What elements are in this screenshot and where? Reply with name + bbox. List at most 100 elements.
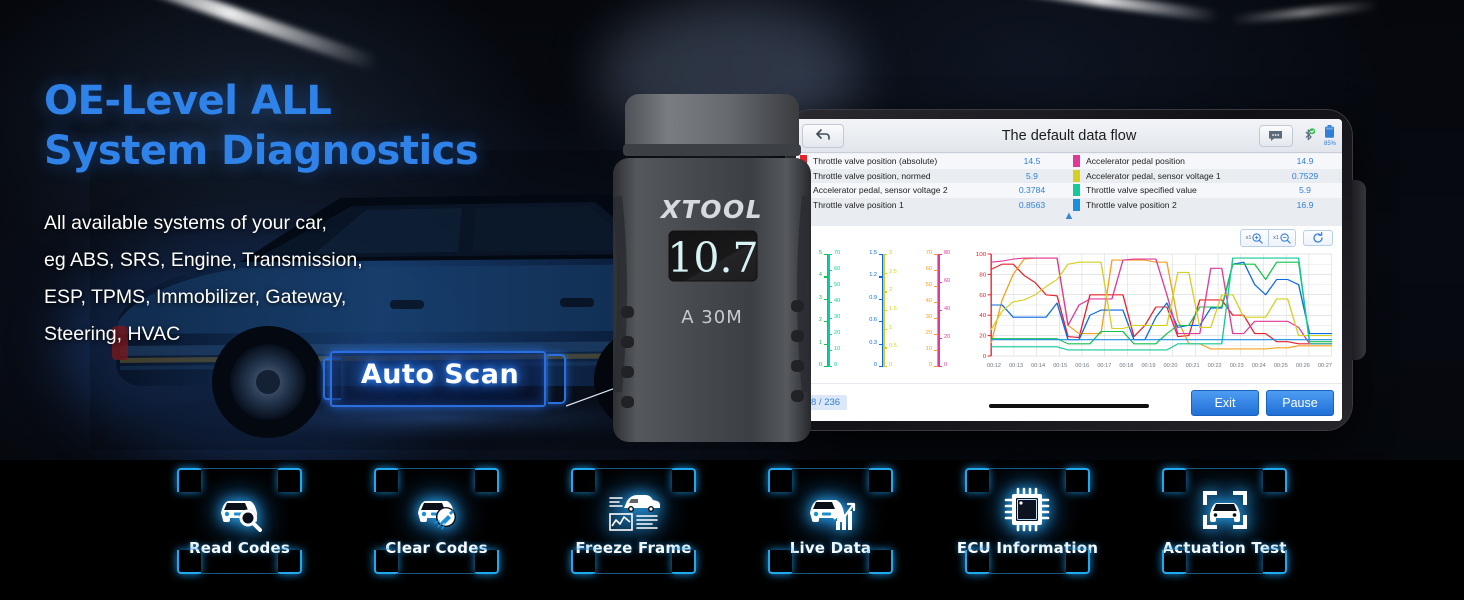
legend-item[interactable]: Accelerator pedal position 14.9: [1069, 154, 1342, 169]
feature-item-read-codes[interactable]: Read Codes: [177, 468, 302, 574]
refresh-button[interactable]: [1303, 230, 1333, 246]
frame-corner: [475, 468, 499, 492]
axis-tick: [883, 347, 887, 349]
axis-tick-label: 40: [944, 306, 951, 312]
axis-tick-label: 0.6: [869, 317, 877, 324]
side-axes: 0 1 2 3 4 5 0 10 20 30 40 50 60 70 0 0.3 0.6 0.9 1.2 1.5 0 0.…: [806, 250, 960, 376]
subtext-line-1: All available systems of your car,: [44, 212, 327, 234]
x-tick-label: 00:15: [1053, 363, 1068, 369]
feature-item-ecu-information[interactable]: ECU Information: [957, 468, 1098, 574]
chart-area: 0 1 2 3 4 5 0 10 20 30 40 50 60 70 0 0.3 0.6 0.9 1.2 1.5 0 0.…: [796, 248, 1342, 376]
x-tick-label: 00:21: [1185, 363, 1200, 369]
axis-tick-label: 40: [834, 298, 841, 304]
frame-corner: [672, 468, 696, 492]
x-tick-label: 00:25: [1273, 363, 1288, 369]
frame-corner: [1263, 468, 1287, 492]
legend-item-value: 0.3784: [1018, 185, 1046, 196]
feature-item-freeze-frame[interactable]: Freeze Frame: [571, 468, 696, 574]
feature-item-actuation-test[interactable]: Actuation Test: [1162, 468, 1287, 574]
exit-button[interactable]: Exit: [1191, 389, 1259, 416]
axis-tick: [938, 310, 942, 312]
legend-color-swatch: [1073, 198, 1080, 211]
axis-tick: [938, 338, 942, 340]
svg-text:0: 0: [983, 354, 987, 359]
legend-row[interactable]: Throttle valve position (absolute) 14.5 Ac…: [796, 154, 1342, 169]
x-tick-label: 00:18: [1119, 363, 1134, 369]
subtext: All available systems of your car, eg AB…: [44, 205, 464, 353]
chart-toolbar: x1 x1: [796, 226, 1342, 248]
collapse-legend-button[interactable]: ▲up: [796, 211, 1342, 226]
axis-tick: [883, 366, 887, 368]
legend-item-name: Throttle valve specified value: [1086, 185, 1197, 196]
frame-edge: [396, 468, 477, 469]
frame-edge: [987, 468, 1068, 469]
studio-light-streak: [980, 0, 1220, 23]
legend-item[interactable]: Throttle valve position (absolute) 14.5: [796, 154, 1069, 169]
status-area: 85%: [1258, 124, 1336, 147]
device-model-text: A 30M: [681, 307, 742, 328]
battery-percent: 85%: [1323, 140, 1336, 147]
legend-item[interactable]: Throttle valve position 2 16.9: [1069, 198, 1342, 213]
headline-line-1: OE-Level ALL: [44, 78, 332, 124]
x-tick-label: 00:26: [1295, 363, 1310, 369]
zoom-out-button[interactable]: x1: [1268, 230, 1295, 246]
legend-item-name: Accelerator pedal, sensor voltage 1: [1086, 170, 1221, 181]
plot-region[interactable]: 0 20 40 60 80 100 00:12 00:13 00:14 00:15 00:16 00…: [968, 250, 1334, 376]
axis-tick-label: 1: [818, 339, 822, 346]
legend-item-name: Accelerator pedal, sensor voltage 2: [813, 185, 948, 196]
magnifier-minus-icon: [1280, 232, 1291, 244]
axis-tick: [883, 291, 887, 293]
frame-corner: [1162, 468, 1186, 492]
chat-button[interactable]: [1258, 124, 1293, 147]
frame-corner: [177, 550, 201, 574]
device-brand-text: XTOOL: [659, 195, 763, 224]
x-tick-label: 00:17: [1097, 363, 1112, 369]
legend-item[interactable]: Throttle valve position 1 0.8563: [796, 198, 1069, 213]
feature-item-clear-codes[interactable]: Clear Codes: [374, 468, 499, 574]
car-brush-icon: [411, 485, 463, 535]
svg-text:80: 80: [979, 273, 986, 278]
frame-edge: [790, 573, 871, 574]
frame-edge: [396, 573, 477, 574]
x-tick-label: 00:27: [1317, 363, 1332, 369]
axis-tick-label: 0: [889, 362, 893, 368]
axis-tick-label: 0: [873, 362, 877, 368]
frame-edge: [1184, 573, 1265, 574]
chart-axis: 0 10 20 30 40 50 60 70: [828, 250, 850, 368]
obd-scanner-device: XTOOL 10.7 A 30M: [613, 94, 811, 442]
axis-tick-label: 20: [834, 330, 841, 336]
svg-text:20: 20: [979, 334, 986, 339]
legend-color-swatch: [1073, 155, 1080, 168]
magnifier-plus-icon: [1252, 232, 1264, 244]
axis-tick-label: 4: [818, 272, 822, 279]
pause-button[interactable]: Pause: [1266, 389, 1334, 416]
axis-tick-label: 3: [889, 250, 893, 256]
frame-corner: [475, 550, 499, 574]
refresh-icon: [1313, 232, 1323, 243]
chat-bubble-icon: [1269, 130, 1283, 141]
feature-item-live-data[interactable]: Live Data: [768, 468, 893, 574]
legend-item[interactable]: Throttle valve specified value 5.9: [1069, 183, 1342, 198]
axis-tick-label: 2.5: [889, 268, 897, 275]
car-scan-frame-icon: [1199, 485, 1251, 535]
frame-corner: [374, 468, 398, 492]
subtext-line-2: eg ABS, SRS, Engine, Transmission,: [44, 249, 363, 271]
plot-box: 0 20 40 60 80 100: [968, 250, 1334, 362]
svg-text:60: 60: [979, 293, 986, 298]
car-bar-chart-icon: [805, 485, 857, 535]
axis-tick: [938, 282, 942, 284]
legend-item-value: 14.9: [1296, 156, 1314, 167]
legend-row[interactable]: Accelerator pedal, sensor voltage 2 0.378…: [796, 183, 1342, 198]
axis-tick-label: 80: [944, 250, 951, 256]
x-tick-label: 00:20: [1163, 363, 1178, 369]
legend-item[interactable]: Throttle valve position, normed 5.9: [796, 169, 1069, 184]
legend-row[interactable]: Throttle valve position, normed 5.9 Accele…: [796, 168, 1342, 184]
axis-pair: 0 1 2 3 4 5 0 10 20 30 40 50 60 70: [806, 250, 850, 376]
legend-item[interactable]: Accelerator pedal, sensor voltage 2 0.378…: [796, 183, 1069, 198]
studio-light-streak: [1229, 0, 1381, 25]
axis-tick-label: 0.3: [869, 339, 877, 346]
zoom-in-button[interactable]: x1: [1241, 230, 1268, 246]
svg-text:100: 100: [976, 252, 987, 257]
axis-tick-label: 20: [925, 330, 932, 336]
legend-item[interactable]: Accelerator pedal, sensor voltage 1 0.752…: [1069, 169, 1342, 184]
